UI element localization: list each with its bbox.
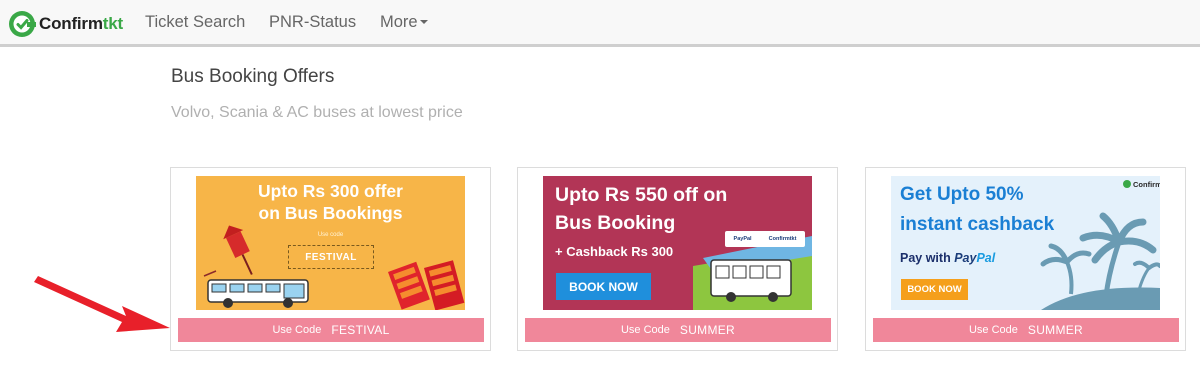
banner-book-now-button: BOOK NOW <box>901 279 968 300</box>
offer-card-summer-cashback: Confirmtkt Get Upto 50% instant cashback… <box>865 167 1186 351</box>
offer-banner-cashback[interactable]: Confirmtkt Get Upto 50% instant cashback… <box>891 176 1160 310</box>
use-code-bar[interactable]: Use Code FESTIVAL <box>178 318 484 342</box>
banner-headline-2: instant cashback <box>900 214 1055 235</box>
use-code-label: Use Code <box>620 324 670 336</box>
offer-card-festival: Upto Rs 300 offer on Bus Bookings Use co… <box>170 167 491 351</box>
banner-headline: Upto Rs 300 offer <box>258 181 403 201</box>
paypal-label: PayPal <box>733 236 752 242</box>
caret-down-icon <box>419 20 428 24</box>
use-code-bar[interactable]: Use Code SUMMER <box>873 318 1179 342</box>
nav-more-label: More <box>380 13 418 31</box>
brand-name: Confirmtkt <box>39 14 123 33</box>
use-code-bar[interactable]: Use Code SUMMER <box>525 318 831 342</box>
banner-brand-logo: Confirmtkt <box>1123 180 1160 189</box>
banner-headline-2: on Bus Bookings <box>258 203 403 223</box>
promo-code: SUMMER <box>1027 323 1084 337</box>
promo-code: FESTIVAL <box>331 323 390 337</box>
banner-code-box: FESTIVAL <box>288 245 374 269</box>
banner-cashback-text: + Cashback Rs 300 <box>555 244 674 259</box>
top-navbar: Confirmtkt Ticket Search PNR-Status More <box>0 0 1200 47</box>
banner-headline: Get Upto 50% <box>900 184 1024 205</box>
page-title: Bus Booking Offers <box>171 66 335 87</box>
red-annotation-arrow-icon <box>34 276 170 332</box>
nav-pnr-status[interactable]: PNR-Status <box>269 13 356 32</box>
banner-headline: Upto Rs 550 off on <box>555 184 728 206</box>
nav-ticket-search[interactable]: Ticket Search <box>145 13 245 32</box>
offer-banner-summer-550[interactable]: Upto Rs 550 off on Bus Booking + Cashbac… <box>543 176 812 310</box>
banner-headline-2: Bus Booking <box>555 212 676 234</box>
promo-code: SUMMER <box>679 323 736 337</box>
partner-label: Confirmtkt <box>768 236 797 242</box>
paypal-confirmtkt-badge: PayPal Confirmtkt <box>725 231 805 247</box>
confirmtkt-logo-icon <box>9 11 36 37</box>
nav-more-dropdown[interactable]: More <box>380 13 428 32</box>
pay-with-paypal-text: Pay with PayPal <box>900 251 996 265</box>
offer-banner-festival[interactable]: Upto Rs 300 offer on Bus Bookings Use co… <box>196 176 465 310</box>
page-subtitle: Volvo, Scania & AC buses at lowest price <box>171 104 463 121</box>
brand-logo-link[interactable]: Confirmtkt <box>8 9 123 39</box>
use-code-label: Use Code <box>968 324 1018 336</box>
banner-book-now-button: BOOK NOW <box>556 273 651 300</box>
use-code-label: Use Code <box>272 324 322 336</box>
banner-small-text: Use code <box>317 232 344 238</box>
offer-card-summer-550: Upto Rs 550 off on Bus Booking + Cashbac… <box>517 167 838 351</box>
